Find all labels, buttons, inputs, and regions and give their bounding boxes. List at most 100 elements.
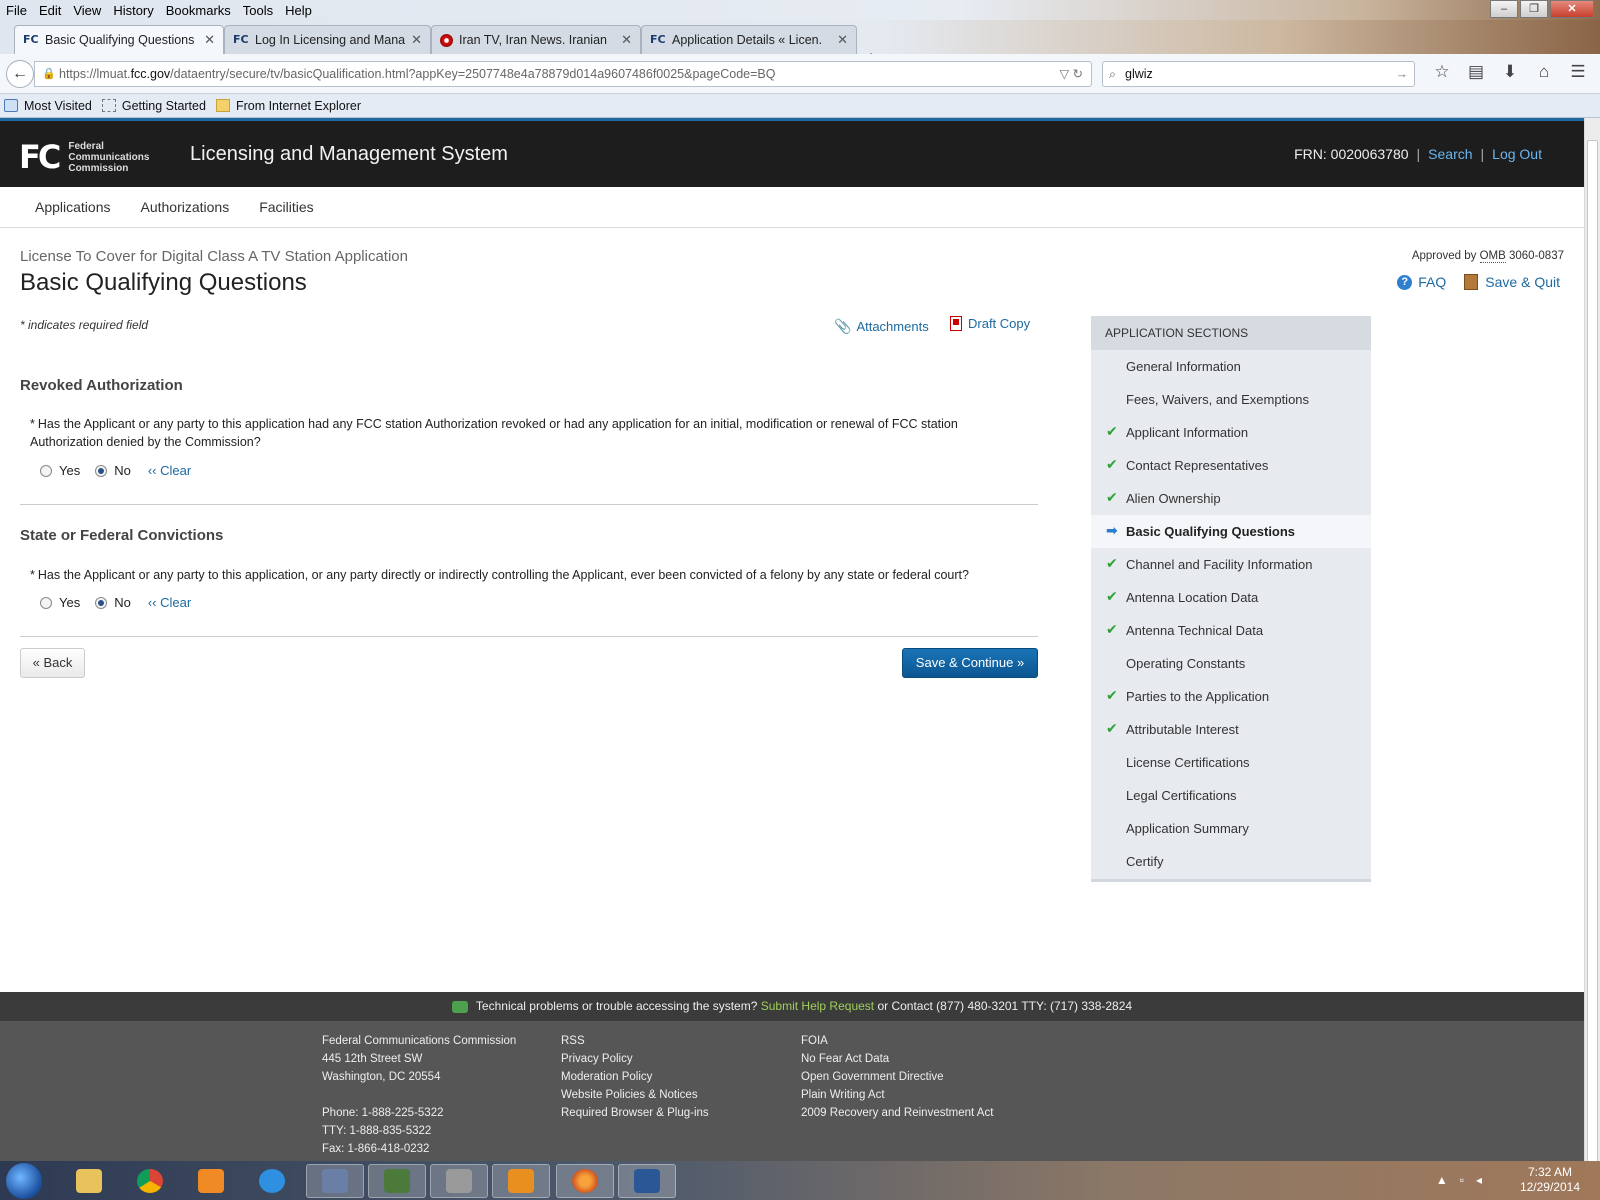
faq-link[interactable]: ? FAQ [1397,274,1446,290]
radio-yes[interactable] [40,596,52,609]
url-path: /dataentry/secure/tv/basicQualification.… [170,67,776,81]
sidebar-item[interactable]: ✔ Parties to the Application [1091,680,1371,713]
footer-link-browser-plugins[interactable]: Required Browser & Plug-ins [561,1104,709,1122]
reload-icon[interactable]: ▽ ↻ [1059,62,1083,86]
footer-link-recovery-act[interactable]: 2009 Recovery and Reinvestment Act [801,1104,993,1122]
search-go-icon[interactable]: → [1396,62,1409,86]
browser-back-icon[interactable]: ← [6,60,34,88]
nav-authorizations[interactable]: Authorizations [141,199,230,215]
save-continue-button[interactable]: Save & Continue » [902,648,1038,678]
radio-yes-label[interactable]: Yes [59,595,80,610]
download-icon[interactable]: ⬇ [1493,62,1527,82]
sidebar-item[interactable]: ➡ Basic Qualifying Questions [1091,515,1371,548]
exit-door-icon [1464,274,1479,290]
menu-file[interactable]: File [0,3,33,18]
sidebar-item[interactable]: Application Summary [1091,812,1371,845]
system-clock[interactable]: 7:32 AM 12/29/2014 [1520,1165,1580,1195]
system-tray-icons[interactable]: ▲▫◂ [1436,1173,1494,1187]
file-explorer-icon[interactable] [60,1164,118,1198]
attachments-link[interactable]: 📎 Attachments [834,318,929,335]
footer-link-privacy[interactable]: Privacy Policy [561,1050,709,1068]
start-button-icon[interactable] [6,1163,42,1199]
menu-view[interactable]: View [67,3,107,18]
radio-yes-label[interactable]: Yes [59,463,80,478]
logout-link[interactable]: Log Out [1492,146,1542,162]
footer-link-rss[interactable]: RSS [561,1032,709,1050]
chrome-icon[interactable] [121,1164,179,1198]
footer-link-no-fear[interactable]: No Fear Act Data [801,1050,993,1068]
sidebar-item[interactable]: License Certifications [1091,746,1371,779]
sidebar-item[interactable]: ✔ Alien Ownership [1091,482,1371,515]
sidebar-item[interactable]: General Information [1091,350,1371,383]
restore-icon[interactable]: ❐ [1520,0,1548,18]
nav-applications[interactable]: Applications [35,199,111,215]
footer-link-open-government[interactable]: Open Government Directive [801,1068,993,1086]
sidebar-item[interactable]: ✔ Applicant Information [1091,416,1371,449]
footer-link-plain-writing[interactable]: Plain Writing Act [801,1086,993,1104]
fcc-logo[interactable]: FC Federal Communications Commission [19,138,159,176]
radio-no-label[interactable]: No [114,463,131,478]
sidebar-item-label: Applicant Information [1126,425,1249,440]
sidebar-item[interactable]: Operating Constants [1091,647,1371,680]
radio-no[interactable] [95,464,108,477]
calculator-icon[interactable] [430,1164,488,1198]
menu-tools[interactable]: Tools [237,3,279,18]
internet-explorer-icon[interactable] [243,1164,301,1198]
clear-link[interactable]: ‹‹ Clear [148,595,191,610]
bookmark-from-ie[interactable]: From Internet Explorer [215,99,361,113]
bookmark-most-visited[interactable]: Most Visited [4,99,92,113]
outlook-icon[interactable] [492,1164,550,1198]
media-player-icon[interactable] [182,1164,240,1198]
close-tab-icon[interactable]: ✕ [204,32,215,48]
menu-edit[interactable]: Edit [33,3,67,18]
close-tab-icon[interactable]: ✕ [837,32,848,48]
sidebar-item[interactable]: ✔ Attributable Interest [1091,713,1371,746]
sidebar-item[interactable]: ✔ Antenna Technical Data [1091,614,1371,647]
footer-link-moderation[interactable]: Moderation Policy [561,1068,709,1086]
close-tab-icon[interactable]: ✕ [621,32,632,48]
sidebar-item[interactable]: ✔ Channel and Facility Information [1091,548,1371,581]
radio-no-label[interactable]: No [114,595,131,610]
sidebar-item-label: Antenna Location Data [1126,590,1259,605]
radio-yes[interactable] [40,464,52,477]
footer-link-foia[interactable]: FOIA [801,1032,993,1050]
home-icon[interactable]: ⌂ [1527,62,1561,82]
scrollbar-thumb[interactable] [1587,140,1598,1200]
footer-link-website-policies[interactable]: Website Policies & Notices [561,1086,709,1104]
tab-basic-qualifying[interactable]: FC Basic Qualifying Questions... ✕ [14,25,224,54]
draft-copy-link[interactable]: Draft Copy [950,316,1030,331]
sidebar-item[interactable]: ✔ Contact Representatives [1091,449,1371,482]
page-scrollbar[interactable] [1584,118,1600,1200]
back-button[interactable]: « Back [20,648,85,678]
sidebar-item[interactable]: ✔ Antenna Location Data [1091,581,1371,614]
word-icon[interactable] [618,1164,676,1198]
menu-history[interactable]: History [107,3,159,18]
sidebar-item[interactable]: Legal Certifications [1091,779,1371,812]
header-search-link[interactable]: Search [1428,146,1472,162]
save-quit-link[interactable]: Save & Quit [1446,274,1560,290]
close-tab-icon[interactable]: ✕ [411,32,422,48]
search-input[interactable]: ⌕ glwiz → [1102,61,1415,87]
radio-no[interactable] [95,596,108,609]
reading-list-icon[interactable]: ▤ [1459,62,1493,82]
minimize-icon[interactable]: – [1490,0,1518,18]
tab-log-in[interactable]: FC Log In Licensing and Mana... ✕ [224,25,431,54]
tab-application-details[interactable]: FC Application Details « Licen... ✕ [641,25,857,54]
bookmark-getting-started[interactable]: Getting Started [101,99,206,113]
tab-iran-tv[interactable]: Iran TV, Iran News. Iranian ... ✕ [431,25,641,54]
close-window-icon[interactable]: ✕ [1550,0,1594,18]
menu-bookmarks[interactable]: Bookmarks [160,3,237,18]
remote-desktop-icon[interactable] [306,1164,364,1198]
firefox-icon[interactable] [556,1164,614,1198]
security-app-icon[interactable] [368,1164,426,1198]
checkmark-icon: ✔ [1106,589,1118,605]
bookmark-star-icon[interactable]: ☆ [1425,62,1459,82]
sidebar-item[interactable]: Certify [1091,845,1371,878]
sidebar-item[interactable]: Fees, Waivers, and Exemptions [1091,383,1371,416]
hamburger-menu-icon[interactable]: ☰ [1561,62,1595,82]
nav-facilities[interactable]: Facilities [259,199,313,215]
clear-link[interactable]: ‹‹ Clear [148,463,191,478]
menu-help[interactable]: Help [279,3,318,18]
url-bar[interactable]: 🔒 https://lmuat.fcc.gov/dataentry/secure… [34,61,1092,87]
submit-help-request-link[interactable]: Submit Help Request [761,999,874,1013]
